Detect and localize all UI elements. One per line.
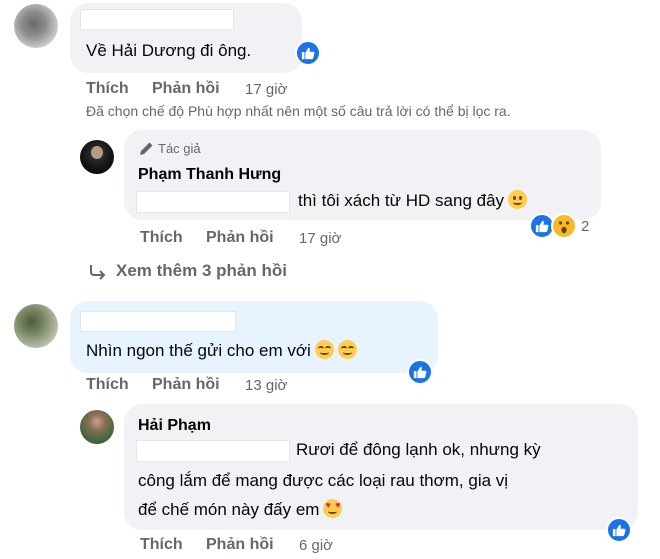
smile-emoji xyxy=(508,190,528,209)
commenter-avatar[interactable] xyxy=(14,4,58,48)
reply-arrow-icon xyxy=(90,265,106,280)
author-avatar[interactable] xyxy=(80,140,114,174)
comment-text-content: thì tôi xách từ HD sang đây xyxy=(298,191,505,210)
commenter-avatar[interactable] xyxy=(80,410,114,444)
wow-icon[interactable] xyxy=(551,213,577,239)
comment-text: thì tôi xách từ HD sang đây xyxy=(298,190,528,212)
redacted-name xyxy=(80,311,236,332)
author-tag: Tác giả xyxy=(158,141,201,156)
like-icon[interactable] xyxy=(606,517,632,543)
pen-icon xyxy=(140,142,153,155)
reply-button[interactable]: Phản hồi xyxy=(152,80,220,98)
like-icon[interactable] xyxy=(407,359,433,385)
comment-text-line: Rươi để đông lạnh ok, nhưng kỳ xyxy=(296,440,541,459)
comment-time[interactable]: 17 giờ xyxy=(245,81,287,98)
view-more-replies[interactable]: Xem thêm 3 phản hồi xyxy=(116,261,287,281)
like-icon[interactable] xyxy=(295,40,321,66)
redacted-name xyxy=(136,191,290,213)
commenter-name[interactable]: Hải Phạm xyxy=(138,417,211,435)
comment-text: để chế món này đấy em xyxy=(138,499,343,521)
redacted-name xyxy=(80,9,234,30)
comment-text-content: để chế món này đấy em xyxy=(138,500,320,519)
comment-text-line: công lắm để mang được các loại rau thơm,… xyxy=(138,471,509,490)
redacted-name xyxy=(136,440,290,462)
comment-text-content: Nhìn ngon thế gửi cho em với xyxy=(86,341,311,360)
commenter-avatar[interactable] xyxy=(14,304,58,348)
like-button[interactable]: Thích xyxy=(86,376,129,394)
comment-time[interactable]: 13 giờ xyxy=(245,377,287,394)
commenter-name[interactable]: Phạm Thanh Hưng xyxy=(138,166,281,184)
blush-emoji xyxy=(337,340,357,359)
filter-notice: Đã chọn chế độ Phù hợp nhất nên một số c… xyxy=(86,103,511,119)
like-button[interactable]: Thích xyxy=(140,536,183,554)
comment-text: Nhìn ngon thế gửi cho em với xyxy=(86,340,357,362)
comment-text: Về Hải Dương đi ông. xyxy=(86,41,252,60)
heart-eyes-emoji xyxy=(323,499,343,518)
reply-button[interactable]: Phản hồi xyxy=(152,376,220,394)
reaction-count[interactable]: 2 xyxy=(581,218,589,235)
reply-button[interactable]: Phản hồi xyxy=(206,229,274,247)
like-button[interactable]: Thích xyxy=(86,80,129,98)
like-button[interactable]: Thích xyxy=(140,229,183,247)
comment-time[interactable]: 6 giờ xyxy=(299,537,333,554)
reply-button[interactable]: Phản hồi xyxy=(206,536,274,554)
blush-emoji xyxy=(314,340,334,359)
comment-time[interactable]: 17 giờ xyxy=(299,230,341,247)
